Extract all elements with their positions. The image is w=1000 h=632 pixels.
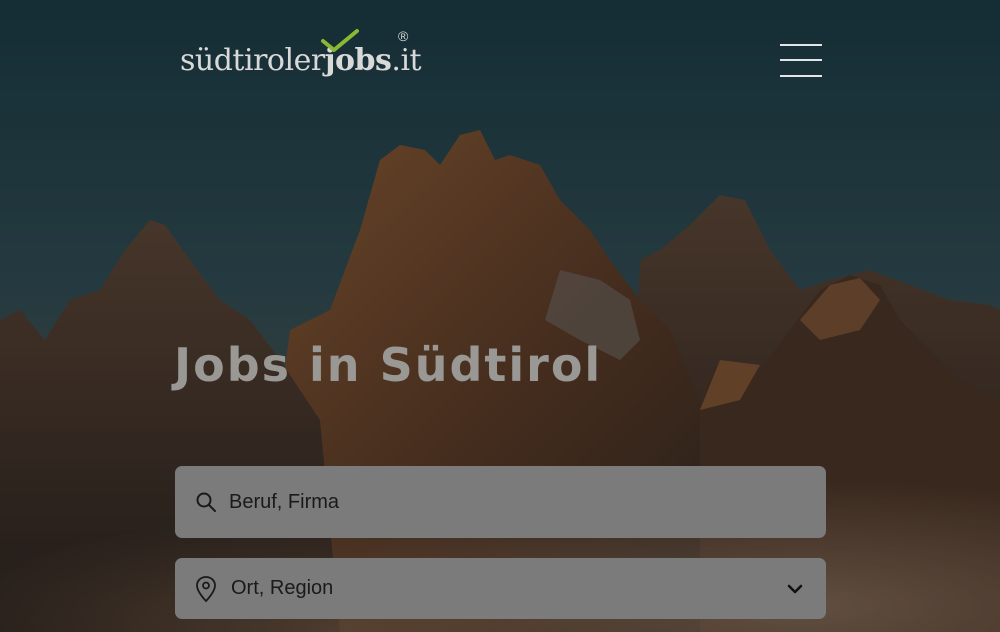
job-search-field[interactable] xyxy=(175,466,826,538)
hamburger-menu-icon-bar xyxy=(780,44,822,46)
map-pin-icon xyxy=(196,575,216,602)
location-select-value: Ort, Region xyxy=(231,577,334,599)
hamburger-menu-icon-bar xyxy=(780,75,822,77)
page-title: Jobs in Südtirol xyxy=(174,338,603,392)
logo-wordmark: südtirolerjobs.it xyxy=(180,43,422,78)
hamburger-menu-button[interactable] xyxy=(780,42,822,78)
search-icon xyxy=(196,492,216,512)
site-logo[interactable]: südtirolerjobs.it ® xyxy=(180,28,422,84)
hamburger-menu-icon-bar xyxy=(780,59,822,61)
chevron-down-icon[interactable] xyxy=(786,583,804,595)
logo-text-light: südtiroler xyxy=(180,43,325,78)
logo-text-suffix: .it xyxy=(391,43,422,78)
registered-mark: ® xyxy=(398,28,409,44)
checkmark-icon xyxy=(321,29,359,52)
location-select[interactable]: Ort, Region xyxy=(175,558,826,619)
search-input[interactable] xyxy=(229,482,789,522)
